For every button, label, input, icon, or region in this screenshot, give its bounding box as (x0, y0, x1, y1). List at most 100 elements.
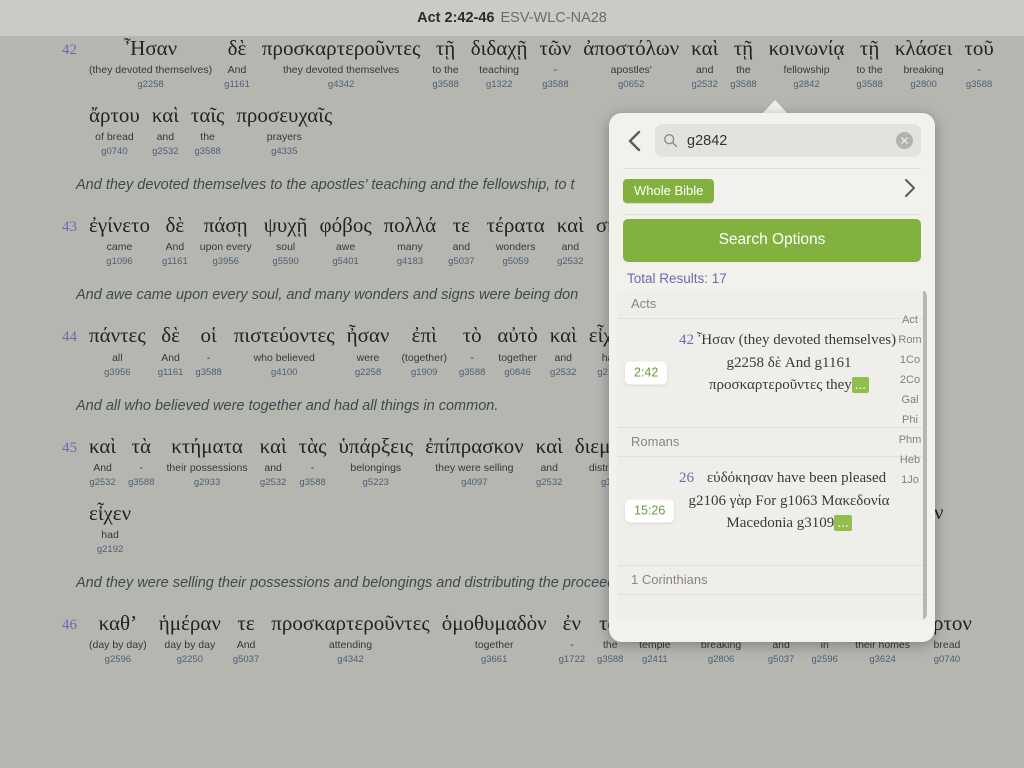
greek-word[interactable]: ἄρτου (89, 103, 140, 127)
greek-word[interactable]: καὶ (550, 323, 577, 347)
strongs-number[interactable]: g3588 (128, 477, 154, 488)
strongs-number[interactable]: g3588 (299, 477, 325, 488)
interlinear-word[interactable]: δὲ And g1161 (156, 213, 194, 267)
interlinear-word[interactable]: πολλά many g4183 (378, 213, 442, 267)
interlinear-word[interactable]: φόβος awe g5401 (314, 213, 378, 267)
strongs-number[interactable]: g5590 (272, 256, 298, 267)
greek-word[interactable]: τὸ (463, 323, 482, 347)
strongs-number[interactable]: g2250 (177, 654, 203, 665)
strongs-number[interactable]: g0740 (101, 146, 127, 157)
search-options-button[interactable]: Search Options (623, 219, 921, 262)
strongs-number[interactable]: g2192 (97, 544, 123, 555)
strongs-number[interactable]: g1161 (224, 79, 250, 90)
interlinear-word[interactable]: διδαχῇ teaching g1322 (465, 36, 534, 90)
search-result-item[interactable]: 15:26 26 εὐδόκησαν have been pleased g2106… (617, 457, 927, 566)
greek-word[interactable]: ἦσαν (347, 323, 390, 347)
interlinear-word[interactable]: ταῖς the g3588 (185, 103, 230, 157)
interlinear-word[interactable]: τέρατα wonders g5059 (481, 213, 551, 267)
greek-word[interactable]: δὲ (228, 36, 247, 60)
interlinear-word[interactable]: τῶν - g3588 (534, 36, 578, 90)
strongs-number[interactable]: g1322 (486, 79, 512, 90)
strongs-number[interactable]: g2806 (708, 654, 734, 665)
strongs-number[interactable]: g4342 (328, 79, 354, 90)
clear-icon[interactable]: ✕ (896, 132, 913, 149)
strongs-number[interactable]: g5059 (502, 256, 528, 267)
verse-number[interactable]: 42 (55, 36, 77, 59)
book-index-item[interactable]: Phm (899, 430, 922, 450)
interlinear-word[interactable]: ἦσαν were g2258 (341, 323, 396, 377)
greek-word[interactable]: Ἦσαν (124, 36, 177, 60)
book-index-item[interactable]: Gal (901, 390, 918, 410)
greek-word[interactable]: τέρατα (487, 213, 545, 237)
book-index-item[interactable]: 1Co (900, 350, 920, 370)
greek-word[interactable]: εἶχεν (89, 501, 131, 525)
interlinear-word[interactable]: τε And g5037 (227, 611, 265, 665)
interlinear-word[interactable]: καὶ and g2532 (254, 434, 293, 488)
greek-word[interactable]: πιστεύοντες (234, 323, 335, 347)
strongs-number[interactable]: g5223 (363, 477, 389, 488)
strongs-number[interactable]: g3588 (597, 654, 623, 665)
book-index-item[interactable]: Act (902, 310, 918, 330)
strongs-number[interactable]: g3588 (730, 79, 756, 90)
interlinear-word[interactable]: πιστεύοντες who believed g4100 (228, 323, 341, 377)
greek-word[interactable]: καὶ (536, 434, 563, 458)
greek-word[interactable]: τὰ (132, 434, 151, 458)
strongs-number[interactable]: g5401 (332, 256, 358, 267)
strongs-number[interactable]: g2596 (812, 654, 838, 665)
interlinear-word[interactable]: καὶ and g2532 (685, 36, 724, 90)
interlinear-word[interactable]: εἶχεν had g2192 (83, 501, 137, 555)
search-input[interactable] (685, 131, 896, 150)
greek-word[interactable]: τὰς (299, 434, 327, 458)
verse-number[interactable]: 44 (55, 323, 77, 346)
strongs-number[interactable]: g2411 (642, 654, 668, 665)
interlinear-word[interactable]: κοινωνίᾳ fellowship g2842 (763, 36, 851, 90)
strongs-number[interactable]: g3588 (194, 146, 220, 157)
greek-word[interactable]: ἐν (563, 611, 581, 635)
interlinear-word[interactable]: καὶ and g2532 (530, 434, 569, 488)
greek-word[interactable]: δὲ (161, 323, 180, 347)
greek-word[interactable]: ἐπὶ (412, 323, 437, 347)
greek-word[interactable]: τε (453, 213, 470, 237)
interlinear-word[interactable]: προσευχαῖς prayers g4335 (230, 103, 338, 157)
interlinear-word[interactable]: καὶ And g2532 (83, 434, 122, 488)
greek-word[interactable]: ἐπίπρασκον (425, 434, 524, 458)
interlinear-word[interactable]: κτήματα their possessions g2933 (160, 434, 253, 488)
greek-word[interactable]: καὶ (152, 103, 179, 127)
book-index-item[interactable]: Rom (898, 330, 921, 350)
results-scrollbar[interactable] (923, 290, 927, 620)
result-verse-badge[interactable]: 15:26 (625, 499, 675, 523)
interlinear-word[interactable]: τῇ to the g3588 (850, 36, 888, 90)
chevron-right-icon[interactable] (904, 178, 921, 204)
search-results-panel[interactable]: Acts 2:42 42 Ἦσαν (they devoted themselves)… (617, 290, 927, 620)
interlinear-word[interactable]: ἐν - g1722 (553, 611, 591, 665)
greek-word[interactable]: τῶν (540, 36, 572, 60)
strongs-number[interactable]: g4183 (397, 256, 423, 267)
interlinear-word[interactable]: πάντες all g3956 (83, 323, 152, 377)
greek-word[interactable]: ἀποστόλων (583, 36, 679, 60)
strongs-number[interactable]: g2532 (557, 256, 583, 267)
greek-word[interactable]: προσκαρτεροῦντες (262, 36, 420, 60)
interlinear-word[interactable]: καὶ and g2532 (551, 213, 590, 267)
strongs-number[interactable]: g2842 (793, 79, 819, 90)
greek-word[interactable]: τῇ (860, 36, 879, 60)
strongs-number[interactable]: g2532 (89, 477, 115, 488)
strongs-number[interactable]: g4342 (337, 654, 363, 665)
interlinear-word[interactable]: ἡμέραν day by day g2250 (153, 611, 227, 665)
book-index-item[interactable]: 1Jo (901, 470, 919, 490)
interlinear-word[interactable]: τὰ - g3588 (122, 434, 160, 488)
strongs-number[interactable]: g3661 (481, 654, 507, 665)
interlinear-word[interactable]: προσκαρτεροῦντες they devoted themselves g… (256, 36, 426, 90)
interlinear-word[interactable]: τῇ to the g3588 (426, 36, 464, 90)
interlinear-word[interactable]: κλάσει breaking g2800 (889, 36, 959, 90)
greek-word[interactable]: πολλά (384, 213, 436, 237)
strongs-number[interactable]: g2532 (260, 477, 286, 488)
greek-word[interactable]: καὶ (691, 36, 718, 60)
interlinear-word[interactable]: οἱ - g3588 (189, 323, 227, 377)
strongs-number[interactable]: g3588 (432, 79, 458, 90)
interlinear-word[interactable]: ἐπίπρασκον they were selling g4097 (419, 434, 530, 488)
strongs-number[interactable]: g2800 (910, 79, 936, 90)
interlinear-word[interactable]: ψυχῇ soul g5590 (258, 213, 314, 267)
interlinear-word[interactable]: δὲ And g1161 (152, 323, 190, 377)
greek-word[interactable]: τε (237, 611, 254, 635)
greek-word[interactable]: ἡμέραν (159, 611, 221, 635)
